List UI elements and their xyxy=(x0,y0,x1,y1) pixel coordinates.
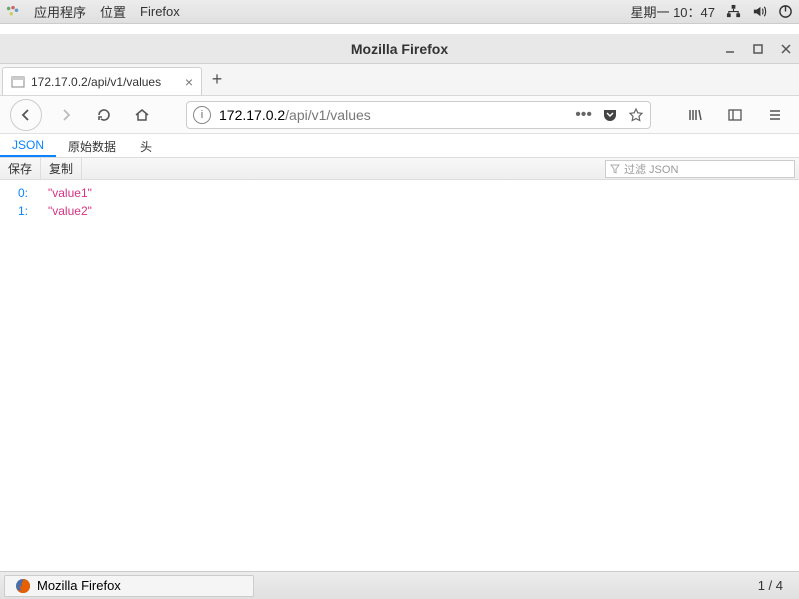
menu-firefox[interactable]: Firefox xyxy=(140,4,180,19)
json-tab-json[interactable]: JSON xyxy=(0,134,56,157)
workspace-indicator[interactable]: 1 / 4 xyxy=(746,578,795,593)
window-titlebar: Mozilla Firefox xyxy=(0,34,799,64)
window-minimize-button[interactable] xyxy=(723,42,737,56)
reload-button[interactable] xyxy=(90,101,118,129)
json-tab-raw[interactable]: 原始数据 xyxy=(56,134,128,157)
json-row[interactable]: 0: "value1" xyxy=(8,184,791,202)
tab-close-icon[interactable]: × xyxy=(185,74,193,90)
pocket-icon[interactable] xyxy=(602,107,618,123)
nav-toolbar: i 172.17.0.2/api/v1/values ••• xyxy=(0,96,799,134)
tab-title: 172.17.0.2/api/v1/values xyxy=(31,75,161,89)
library-button[interactable] xyxy=(681,101,709,129)
network-icon[interactable] xyxy=(725,4,741,20)
filter-icon xyxy=(610,164,620,174)
bookmark-star-icon[interactable] xyxy=(628,107,644,123)
json-key: 1: xyxy=(8,202,28,220)
json-row[interactable]: 1: "value2" xyxy=(8,202,791,220)
window-maximize-button[interactable] xyxy=(751,42,765,56)
url-bar[interactable]: i 172.17.0.2/api/v1/values ••• xyxy=(186,101,651,129)
hamburger-menu-button[interactable] xyxy=(761,101,789,129)
json-save-button[interactable]: 保存 xyxy=(0,158,41,179)
menu-places[interactable]: 位置 xyxy=(100,2,126,21)
tab-strip: 172.17.0.2/api/v1/values × + xyxy=(0,64,799,96)
volume-icon[interactable] xyxy=(751,4,767,20)
json-value: "value2" xyxy=(48,202,92,220)
gnome-top-bar: 应用程序 位置 Firefox 星期一 10：47 xyxy=(0,0,799,24)
json-toolbar: 保存 复制 过滤 JSON xyxy=(0,158,799,180)
firefox-icon xyxy=(15,578,31,594)
gnome-taskbar: Mozilla Firefox 1 / 4 xyxy=(0,571,799,599)
json-tab-headers[interactable]: 头 xyxy=(128,134,164,157)
json-key: 0: xyxy=(8,184,28,202)
json-filter-placeholder: 过滤 JSON xyxy=(624,161,678,177)
window-close-button[interactable] xyxy=(779,42,793,56)
home-button[interactable] xyxy=(128,101,156,129)
browser-tab[interactable]: 172.17.0.2/api/v1/values × xyxy=(2,67,202,95)
json-viewer-tabs: JSON 原始数据 头 xyxy=(0,134,799,158)
json-copy-button[interactable]: 复制 xyxy=(41,158,82,179)
new-tab-button[interactable]: + xyxy=(202,64,232,95)
url-text: 172.17.0.2/api/v1/values xyxy=(219,107,575,123)
menu-applications[interactable]: 应用程序 xyxy=(34,2,86,21)
taskbar-app-label: Mozilla Firefox xyxy=(37,578,121,593)
json-value: "value1" xyxy=(48,184,92,202)
site-info-icon[interactable]: i xyxy=(193,106,211,124)
forward-button[interactable] xyxy=(52,101,80,129)
json-filter-input[interactable]: 过滤 JSON xyxy=(605,160,795,178)
clock[interactable]: 星期一 10：47 xyxy=(630,2,715,21)
back-button[interactable] xyxy=(10,99,42,131)
window-title: Mozilla Firefox xyxy=(351,41,448,57)
page-actions-icon[interactable]: ••• xyxy=(575,106,592,124)
taskbar-app-firefox[interactable]: Mozilla Firefox xyxy=(4,575,254,597)
power-icon[interactable] xyxy=(777,4,793,20)
json-content: 0: "value1" 1: "value2" xyxy=(0,180,799,224)
gnome-apps-icon xyxy=(6,5,20,19)
sidebar-button[interactable] xyxy=(721,101,749,129)
tab-favicon-icon xyxy=(11,75,25,89)
